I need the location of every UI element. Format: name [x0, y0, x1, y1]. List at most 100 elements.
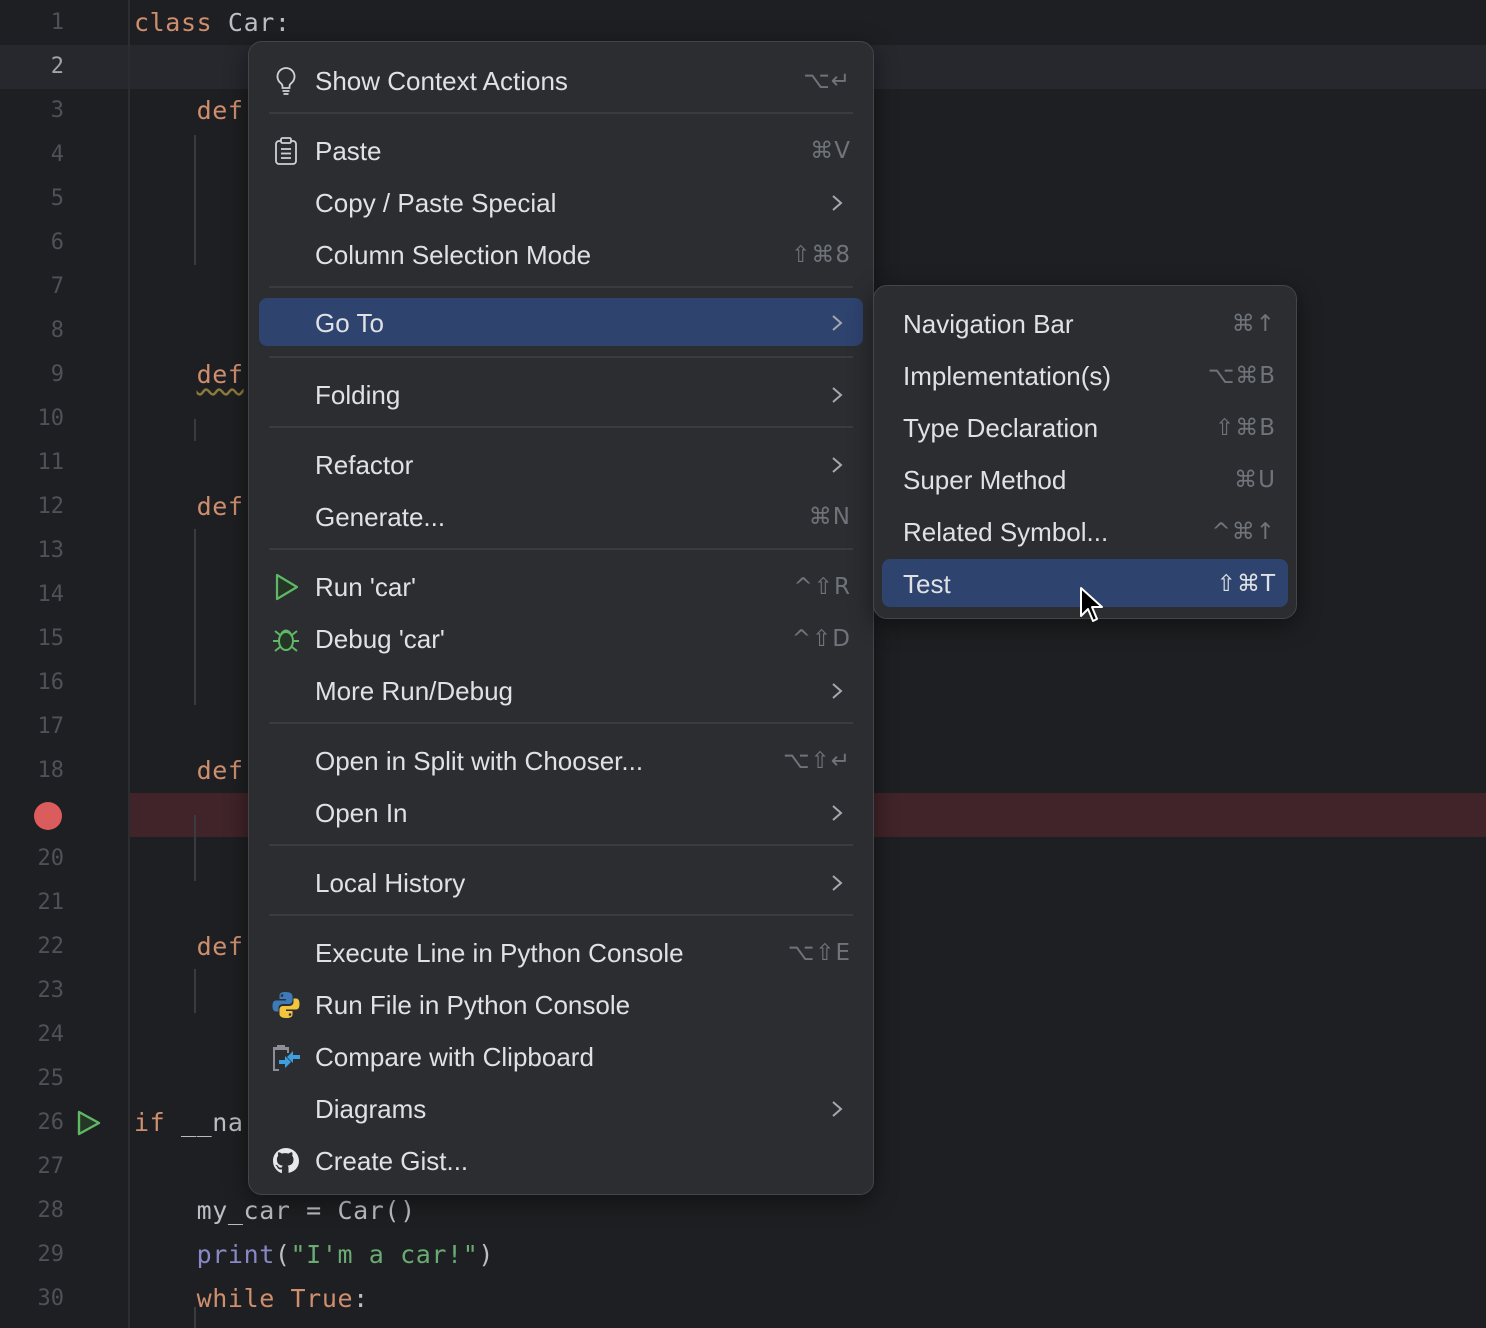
line-number[interactable]: 28	[0, 1197, 65, 1225]
run-gutter-icon[interactable]	[76, 1110, 102, 1136]
chevron-right-icon	[829, 804, 845, 822]
menu-item-label: Column Selection Mode	[315, 240, 592, 270]
menu-item-related-symbol[interactable]: Related Symbol... ^⌘↑	[882, 507, 1288, 555]
line-number[interactable]: 6	[0, 229, 64, 257]
menu-item-run-file-in-python-console[interactable]: Run File in Python Console	[259, 980, 863, 1028]
code-token: __nar	[165, 1108, 260, 1137]
menu-separator	[269, 286, 853, 288]
line-number[interactable]: 1	[0, 9, 64, 37]
menu-item-execute-line-in-python-console[interactable]: Execute Line in Python Console ⌥⇧E	[259, 928, 863, 976]
code-line[interactable]: 28 my_car = Car()	[0, 1189, 1486, 1233]
code-text[interactable]: def	[134, 360, 244, 390]
code-token: "I'm a car!"	[290, 1240, 479, 1269]
menu-item-open-in-split-with-chooser[interactable]: Open in Split with Chooser... ⌥⇧↵	[259, 736, 863, 784]
menu-item-show-context-actions[interactable]: Show Context Actions ⌥↵	[259, 56, 863, 104]
line-number[interactable]: 17	[0, 713, 65, 741]
code-token: :	[353, 1284, 369, 1313]
line-number[interactable]: 2	[0, 53, 64, 81]
line-number[interactable]: 4	[0, 141, 64, 169]
menu-item-label: Execute Line in Python Console	[315, 938, 684, 968]
menu-item-more-run-debug[interactable]: More Run/Debug	[259, 666, 863, 714]
menu-item-shortcut: ⇧⌘T	[1216, 571, 1276, 597]
line-number[interactable]: 7	[0, 273, 64, 301]
menu-item-debug-car[interactable]: Debug 'car' ^⇧D	[259, 614, 863, 662]
menu-item-super-method[interactable]: Super Method ⌘U	[882, 455, 1288, 503]
line-number[interactable]: 11	[0, 449, 65, 477]
chevron-right-icon	[829, 314, 845, 332]
line-number[interactable]: 29	[0, 1241, 65, 1269]
line-number[interactable]: 27	[0, 1153, 65, 1181]
line-number[interactable]: 21	[0, 889, 65, 917]
menu-item-generate[interactable]: Generate... ⌘N	[259, 492, 863, 540]
menu-item-local-history[interactable]: Local History	[259, 858, 863, 906]
code-line[interactable]: 1 class Car:	[0, 1, 1486, 45]
line-number[interactable]: 16	[0, 669, 65, 697]
code-text[interactable]: while True:	[134, 1284, 369, 1314]
compare-clipboard-icon	[271, 1042, 301, 1072]
menu-item-label: Go To	[315, 308, 384, 338]
line-number[interactable]: 23	[0, 977, 65, 1005]
menu-item-label: Refactor	[315, 450, 414, 480]
menu-item-copy-paste-special[interactable]: Copy / Paste Special	[259, 178, 863, 226]
code-line[interactable]: 29 print("I'm a car!")	[0, 1233, 1486, 1277]
code-text[interactable]: my_car = Car()	[134, 1196, 416, 1226]
menu-item-folding[interactable]: Folding	[259, 370, 863, 418]
menu-item-implementation-s[interactable]: Implementation(s) ⌥⌘B	[882, 351, 1288, 399]
line-number[interactable]: 14	[0, 581, 65, 609]
menu-item-compare-with-clipboard[interactable]: Compare with Clipboard	[259, 1032, 863, 1080]
line-number[interactable]: 10	[0, 405, 65, 433]
menu-separator	[269, 844, 853, 846]
code-line[interactable]: 30 while True:	[0, 1277, 1486, 1321]
menu-item-shortcut: ^⌘↑	[1211, 519, 1276, 545]
goto-submenu: Navigation Bar ⌘↑ Implementation(s) ⌥⌘B Type…	[873, 285, 1297, 619]
gutter-divider	[128, 0, 130, 1328]
menu-item-create-gist[interactable]: Create Gist...	[259, 1136, 863, 1184]
menu-item-run-car[interactable]: Run 'car' ^⇧R	[259, 562, 863, 610]
menu-item-label: Generate...	[315, 502, 446, 532]
line-number[interactable]: 22	[0, 933, 65, 961]
line-number[interactable]: 20	[0, 845, 65, 873]
menu-item-label: Copy / Paste Special	[315, 188, 557, 218]
line-number[interactable]: 24	[0, 1021, 65, 1049]
menu-item-go-to[interactable]: Go To	[259, 298, 863, 346]
line-number[interactable]: 25	[0, 1065, 65, 1093]
line-number[interactable]: 15	[0, 625, 65, 653]
code-text[interactable]: print("I'm a car!")	[134, 1240, 494, 1270]
code-text[interactable]: class Car:	[134, 8, 291, 38]
code-text[interactable]: def	[134, 492, 244, 522]
line-number[interactable]: 5	[0, 185, 64, 213]
menu-item-label: Create Gist...	[315, 1146, 469, 1176]
menu-separator	[269, 112, 853, 114]
line-number[interactable]: 30	[0, 1285, 65, 1313]
line-number[interactable]: 9	[0, 361, 64, 389]
lightbulb-icon	[271, 66, 301, 96]
line-number[interactable]: 18	[0, 757, 65, 785]
menu-item-shortcut: ⌥↵	[803, 68, 851, 94]
menu-item-refactor[interactable]: Refactor	[259, 440, 863, 488]
menu-item-shortcut: ⌥⇧↵	[782, 748, 851, 774]
line-number[interactable]: 8	[0, 317, 64, 345]
line-number[interactable]: 13	[0, 537, 65, 565]
code-text[interactable]: def	[134, 96, 244, 126]
menu-item-type-declaration[interactable]: Type Declaration ⇧⌘B	[882, 403, 1288, 451]
menu-item-paste[interactable]: Paste ⌘V	[259, 126, 863, 174]
menu-item-diagrams[interactable]: Diagrams	[259, 1084, 863, 1132]
menu-item-open-in[interactable]: Open In	[259, 788, 863, 836]
menu-item-navigation-bar[interactable]: Navigation Bar ⌘↑	[882, 299, 1288, 347]
code-text[interactable]: def	[134, 756, 244, 786]
indent-guide	[194, 419, 196, 441]
code-token: if	[134, 1108, 166, 1137]
line-number[interactable]: 3	[0, 97, 64, 125]
run-icon	[271, 572, 301, 602]
code-token: def	[196, 932, 244, 961]
line-number[interactable]: 12	[0, 493, 65, 521]
line-number[interactable]: 26	[0, 1109, 65, 1137]
code-text[interactable]: if __nar	[134, 1108, 259, 1138]
menu-item-column-selection-mode[interactable]: Column Selection Mode ⇧⌘8	[259, 230, 863, 278]
breakpoint-icon[interactable]	[34, 802, 62, 830]
code-token: my_car = Car()	[134, 1196, 416, 1225]
code-text[interactable]: def	[134, 932, 244, 962]
